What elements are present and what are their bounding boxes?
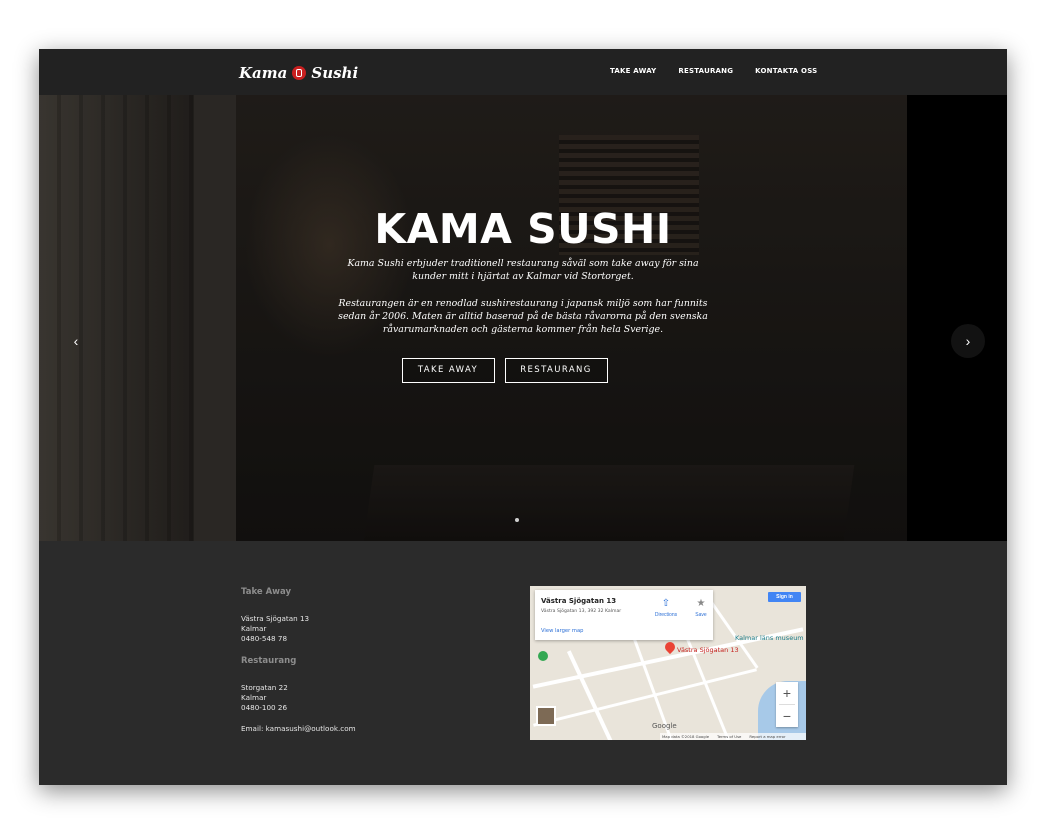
map-road [566,650,618,740]
map-museum-label[interactable]: Kalmar läns museum [735,634,804,642]
directions-icon: ⇧ [661,598,671,609]
street-view-icon[interactable] [536,706,556,726]
map-place-address: Västra Sjögatan 13, 392 32 Kalmar [541,609,622,614]
carousel-next-icon[interactable]: › [951,324,985,358]
nav-links: TAKE AWAY RESTAURANG KONTAKTA OSS [610,67,817,75]
navbar: Kama Sushi TAKE AWAY RESTAURANG KONTAKTA… [39,49,1007,95]
map-park-icon [538,651,548,661]
map-sign-in-button[interactable]: Sign in [768,592,801,602]
restaurang-city: Kalmar [241,693,267,702]
takeaway-address: Västra Sjögatan 13 [241,614,310,623]
restaurang-heading: Restaurang [241,656,297,666]
footer: Take Away Västra Sjögatan 13 Kalmar 0480… [39,541,1007,785]
zoom-out-button[interactable]: − [776,705,798,727]
hero-paragraph-2: Restaurangen är en renodlad sushirestaur… [338,298,708,335]
hero-title: KAMA SUSHI [374,205,672,253]
map-zoom-controls: + − [776,682,798,727]
contact-email[interactable]: Email: kamasushi@outlook.com [241,724,356,733]
carousel-prev-icon[interactable]: ‹ [59,324,93,358]
nav-link-take-away[interactable]: TAKE AWAY [610,67,656,75]
save-button[interactable]: ★ Save [691,598,711,618]
zoom-in-button[interactable]: + [776,682,798,704]
map-place-title: Västra Sjögatan 13 [541,597,617,605]
map-data-text: Map data ©2018 Google [662,734,710,739]
report-map-error-link[interactable]: Report a map error [749,733,785,740]
google-map[interactable]: Västra Sjögatan 13 Västra Sjögatan 13, 3… [530,586,806,740]
takeaway-city: Kalmar [241,624,267,633]
save-label: Save [695,612,707,618]
terms-of-use-link[interactable]: Terms of Use [717,733,741,740]
logo-text-right: Sushi [311,64,359,82]
map-pin-icon[interactable] [662,639,678,655]
hero-buttons: TAKE AWAY RESTAURANG [39,358,1007,383]
nav-link-kontakta-oss[interactable]: KONTAKTA OSS [755,67,817,75]
logo-emblem-icon [292,66,307,80]
take-away-button[interactable]: TAKE AWAY [401,358,495,383]
nav-link-restaurang[interactable]: RESTAURANG [678,67,733,75]
restaurang-address: Storgatan 22 [241,683,288,692]
google-logo: Google [652,722,677,730]
logo[interactable]: Kama Sushi [239,63,358,83]
map-pin-label: Västra Sjögatan 13 [677,646,739,654]
takeaway-heading: Take Away [241,587,292,597]
carousel-indicator-dot[interactable] [515,518,519,522]
hero-carousel: KAMA SUSHI Kama Sushi erbjuder tradition… [39,95,1007,541]
directions-button[interactable]: ⇧ Directions [651,598,681,618]
star-icon: ★ [696,598,706,609]
takeaway-phone: 0480-548 78 [241,634,288,643]
view-larger-map-link[interactable]: View larger map [541,628,583,634]
map-info-card: Västra Sjögatan 13 Västra Sjögatan 13, 3… [535,590,713,640]
map-footer: Map data ©2018 Google Terms of Use Repor… [660,733,806,740]
hero-paragraph-1: Kama Sushi erbjuder traditionell restaur… [347,258,699,282]
page-frame: Kama Sushi TAKE AWAY RESTAURANG KONTAKTA… [39,49,1007,785]
restaurang-phone: 0480-100 26 [241,703,288,712]
directions-label: Directions [654,612,678,618]
restaurang-button[interactable]: RESTAURANG [504,358,608,383]
logo-text-left: Kama [239,64,288,82]
